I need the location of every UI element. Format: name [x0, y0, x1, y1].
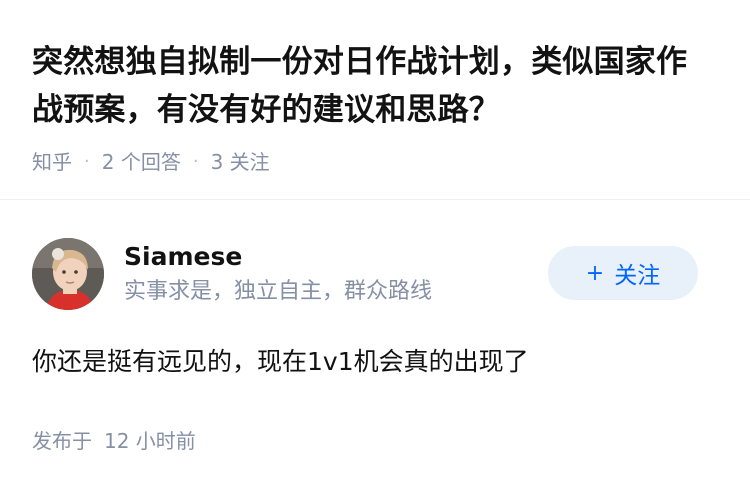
answer-content[interactable]: 你还是挺有远见的，现在1v1机会真的出现了 — [32, 342, 718, 382]
follow-button-label: 关注 — [614, 263, 661, 289]
author-name[interactable]: Siamese — [124, 240, 432, 274]
question-header: 突然想独自拟制一份对日作战计划，类似国家作战预案，有没有好的建议和思路？ 知乎 … — [0, 0, 750, 200]
published-label: 发布于 — [32, 429, 92, 453]
answers-count[interactable]: 2 个回答 — [102, 147, 181, 177]
author-info: Siamese 实事求是，独立自主，群众路线 — [124, 240, 432, 308]
question-title[interactable]: 突然想独自拟制一份对日作战计划，类似国家作战预案，有没有好的建议和思路？ — [32, 38, 718, 134]
followers-count[interactable]: 3 关注 — [211, 147, 270, 177]
author-bio: 实事求是，独立自主，群众路线 — [124, 279, 433, 304]
separator-dot-icon: · — [84, 151, 90, 172]
avatar[interactable] — [32, 238, 104, 310]
publish-time: 发布于 12 小时前 — [32, 426, 718, 456]
author-row: Siamese 实事求是，独立自主，群众路线 + 关注 — [32, 236, 718, 312]
source-label[interactable]: 知乎 — [32, 147, 72, 177]
answer-card: Siamese 实事求是，独立自主，群众路线 + 关注 你还是挺有远见的，现在1… — [0, 200, 750, 456]
page: 突然想独自拟制一份对日作战计划，类似国家作战预案，有没有好的建议和思路？ 知乎 … — [0, 0, 750, 490]
plus-icon: + — [585, 260, 605, 286]
separator-dot-icon: · — [192, 151, 199, 172]
avatar-photo-icon — [32, 238, 104, 310]
published-time: 12 小时前 — [104, 429, 196, 453]
question-meta: 知乎 · 2 个回答 · 3 关注 — [32, 147, 718, 177]
follow-button[interactable]: + 关注 — [548, 246, 698, 300]
